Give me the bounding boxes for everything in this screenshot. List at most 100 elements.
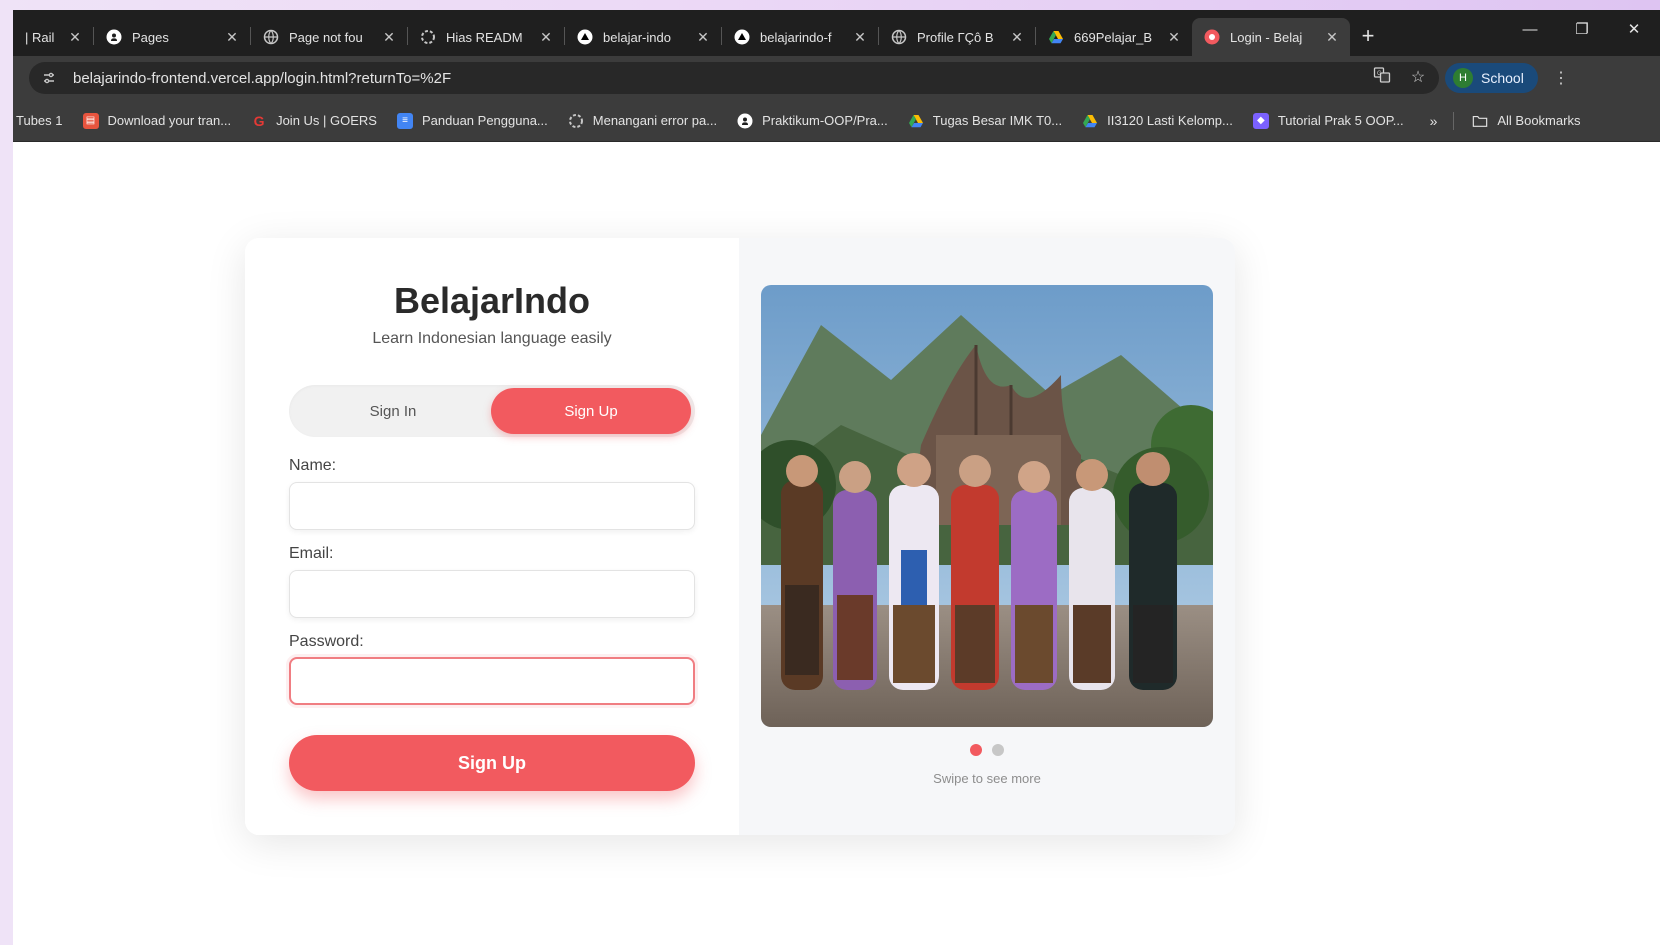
bookmark-star-icon[interactable]: ☆	[1407, 66, 1429, 92]
carousel-dot[interactable]	[992, 744, 1004, 756]
browser-toolbar: belajarindo-frontend.vercel.app/login.ht…	[13, 56, 1660, 100]
bookmarks-bar: Tubes 1 ▤ Download your tran... G Join U…	[13, 100, 1660, 142]
browser-tab[interactable]: Profile ΓÇô B ✕	[879, 18, 1035, 56]
minimize-icon[interactable]: —	[1504, 21, 1556, 38]
auth-mode-toggle: Sign In Sign Up	[289, 385, 695, 437]
github-icon	[737, 113, 753, 129]
svg-text:G: G	[1377, 71, 1382, 77]
tab-title: belajar-indo	[603, 29, 671, 45]
bookmark-label: Download your tran...	[107, 113, 232, 128]
page-content: BelajarIndo Learn Indonesian language ea…	[13, 142, 1660, 945]
drive-icon	[1082, 113, 1098, 129]
bookmark-item[interactable]: Praktikum-OOP/Pra...	[737, 113, 888, 129]
carousel-panel: Swipe to see more	[739, 238, 1235, 835]
bookmark-label: Tugas Besar IMK T0...	[932, 113, 1063, 128]
site-settings-icon[interactable]	[37, 66, 61, 90]
tab-title: Page not fou	[289, 29, 363, 45]
close-icon[interactable]: ✕	[381, 29, 397, 46]
tab-title: | Rail	[25, 29, 55, 45]
bookmark-item[interactable]: ◆ Tutorial Prak 5 OOP...	[1252, 112, 1404, 129]
belajarindo-icon	[1204, 29, 1220, 45]
profile-label: School	[1481, 70, 1524, 86]
browser-tab[interactable]: Hias READM ✕	[408, 18, 564, 56]
tab-title: Profile ΓÇô B	[917, 29, 994, 45]
all-bookmarks-button[interactable]: All Bookmarks	[1472, 113, 1580, 129]
new-tab-button[interactable]: +	[1350, 18, 1386, 56]
bookmark-label: Tutorial Prak 5 OOP...	[1277, 113, 1404, 128]
bookmark-label: Praktikum-OOP/Pra...	[762, 113, 888, 128]
bookmark-item[interactable]: II3120 Lasti Kelomp...	[1082, 113, 1233, 129]
drive-icon	[908, 113, 924, 129]
bookmark-label: Panduan Pengguna...	[421, 113, 548, 128]
auth-form-panel: BelajarIndo Learn Indonesian language ea…	[245, 238, 739, 835]
browser-tab[interactable]: Pages ✕	[94, 18, 250, 56]
close-icon[interactable]: ✕	[1166, 29, 1182, 46]
carousel-image[interactable]	[761, 285, 1213, 727]
window-controls: — ❐ ✕	[1504, 10, 1660, 48]
tab-title: 669Pelajar_B	[1074, 29, 1153, 45]
bookmark-item[interactable]: ▤ Download your tran...	[82, 112, 232, 129]
close-window-icon[interactable]: ✕	[1608, 20, 1660, 38]
email-label: Email:	[289, 545, 334, 562]
browser-tab[interactable]: belajar-indo ✕	[565, 18, 721, 56]
bookmark-item[interactable]: G Join Us | GOERS	[251, 113, 377, 129]
tab-title: Hias READM	[446, 29, 523, 45]
openai-icon	[420, 29, 436, 45]
avatar: H	[1453, 68, 1473, 88]
globe-icon	[263, 29, 279, 45]
drive-icon	[1048, 29, 1064, 45]
openai-icon	[568, 113, 584, 129]
docs-icon: ≡	[396, 112, 413, 129]
email-input[interactable]	[289, 570, 695, 618]
browser-window: | Rail ✕ Pages ✕ Page not fou ✕ Hias REA…	[13, 10, 1660, 945]
name-input[interactable]	[289, 482, 695, 530]
bookmark-label: II3120 Lasti Kelomp...	[1107, 113, 1233, 128]
sign-in-tab[interactable]: Sign In	[293, 388, 493, 434]
bookmark-item[interactable]: Tugas Besar IMK T0...	[908, 113, 1062, 129]
bookmarks-overflow-button[interactable]: »	[1430, 113, 1438, 129]
sign-up-button[interactable]: Sign Up	[289, 735, 695, 791]
close-icon[interactable]: ✕	[224, 29, 240, 46]
github-icon	[106, 29, 122, 45]
browser-tab[interactable]: 669Pelajar_B ✕	[1036, 18, 1192, 56]
bookmark-item[interactable]: Tubes 1	[16, 113, 63, 128]
globe-icon	[891, 29, 907, 45]
bookmark-label: Join Us | GOERS	[276, 113, 377, 128]
tab-title: Pages	[132, 29, 169, 45]
vercel-icon	[577, 29, 593, 45]
carousel-hint: Swipe to see more	[933, 771, 1041, 786]
carousel-dots	[739, 744, 1235, 756]
sign-up-tab[interactable]: Sign Up	[491, 388, 691, 434]
password-label: Password:	[289, 633, 364, 650]
password-input[interactable]	[289, 657, 695, 705]
bookmark-item[interactable]: Menangani error pa...	[568, 113, 717, 129]
close-icon[interactable]: ✕	[67, 29, 83, 46]
close-icon[interactable]: ✕	[1009, 29, 1025, 46]
shield-icon: ◆	[1252, 112, 1269, 129]
browser-tab[interactable]: Page not fou ✕	[251, 18, 407, 56]
name-label: Name:	[289, 457, 337, 474]
document-icon: ▤	[82, 112, 99, 129]
address-bar[interactable]: belajarindo-frontend.vercel.app/login.ht…	[29, 62, 1439, 94]
close-icon[interactable]: ✕	[538, 29, 554, 46]
brand-tagline: Learn Indonesian language easily	[372, 330, 612, 347]
bookmark-label: Tubes 1	[16, 113, 63, 128]
close-icon[interactable]: ✕	[1324, 29, 1340, 46]
folder-icon	[1472, 113, 1488, 129]
vercel-icon	[734, 29, 750, 45]
restore-icon[interactable]: ❐	[1556, 20, 1608, 38]
translate-icon[interactable]: G	[1371, 66, 1393, 92]
url-text: belajarindo-frontend.vercel.app/login.ht…	[73, 69, 452, 87]
tab-title: Login - Belaj	[1230, 29, 1303, 45]
close-icon[interactable]: ✕	[852, 29, 868, 46]
browser-tab-active[interactable]: Login - Belaj ✕	[1192, 18, 1350, 56]
browser-tab[interactable]: | Rail ✕	[13, 18, 93, 56]
browser-tab[interactable]: belajarindo-f ✕	[722, 18, 878, 56]
carousel-dot-active[interactable]	[970, 744, 982, 756]
goers-icon: G	[253, 112, 265, 129]
profile-button[interactable]: H School	[1445, 63, 1538, 93]
close-icon[interactable]: ✕	[695, 29, 711, 46]
more-menu-icon[interactable]: ⋮	[1553, 68, 1569, 88]
brand-title: BelajarIndo	[393, 280, 591, 321]
bookmark-item[interactable]: ≡ Panduan Pengguna...	[396, 112, 548, 129]
